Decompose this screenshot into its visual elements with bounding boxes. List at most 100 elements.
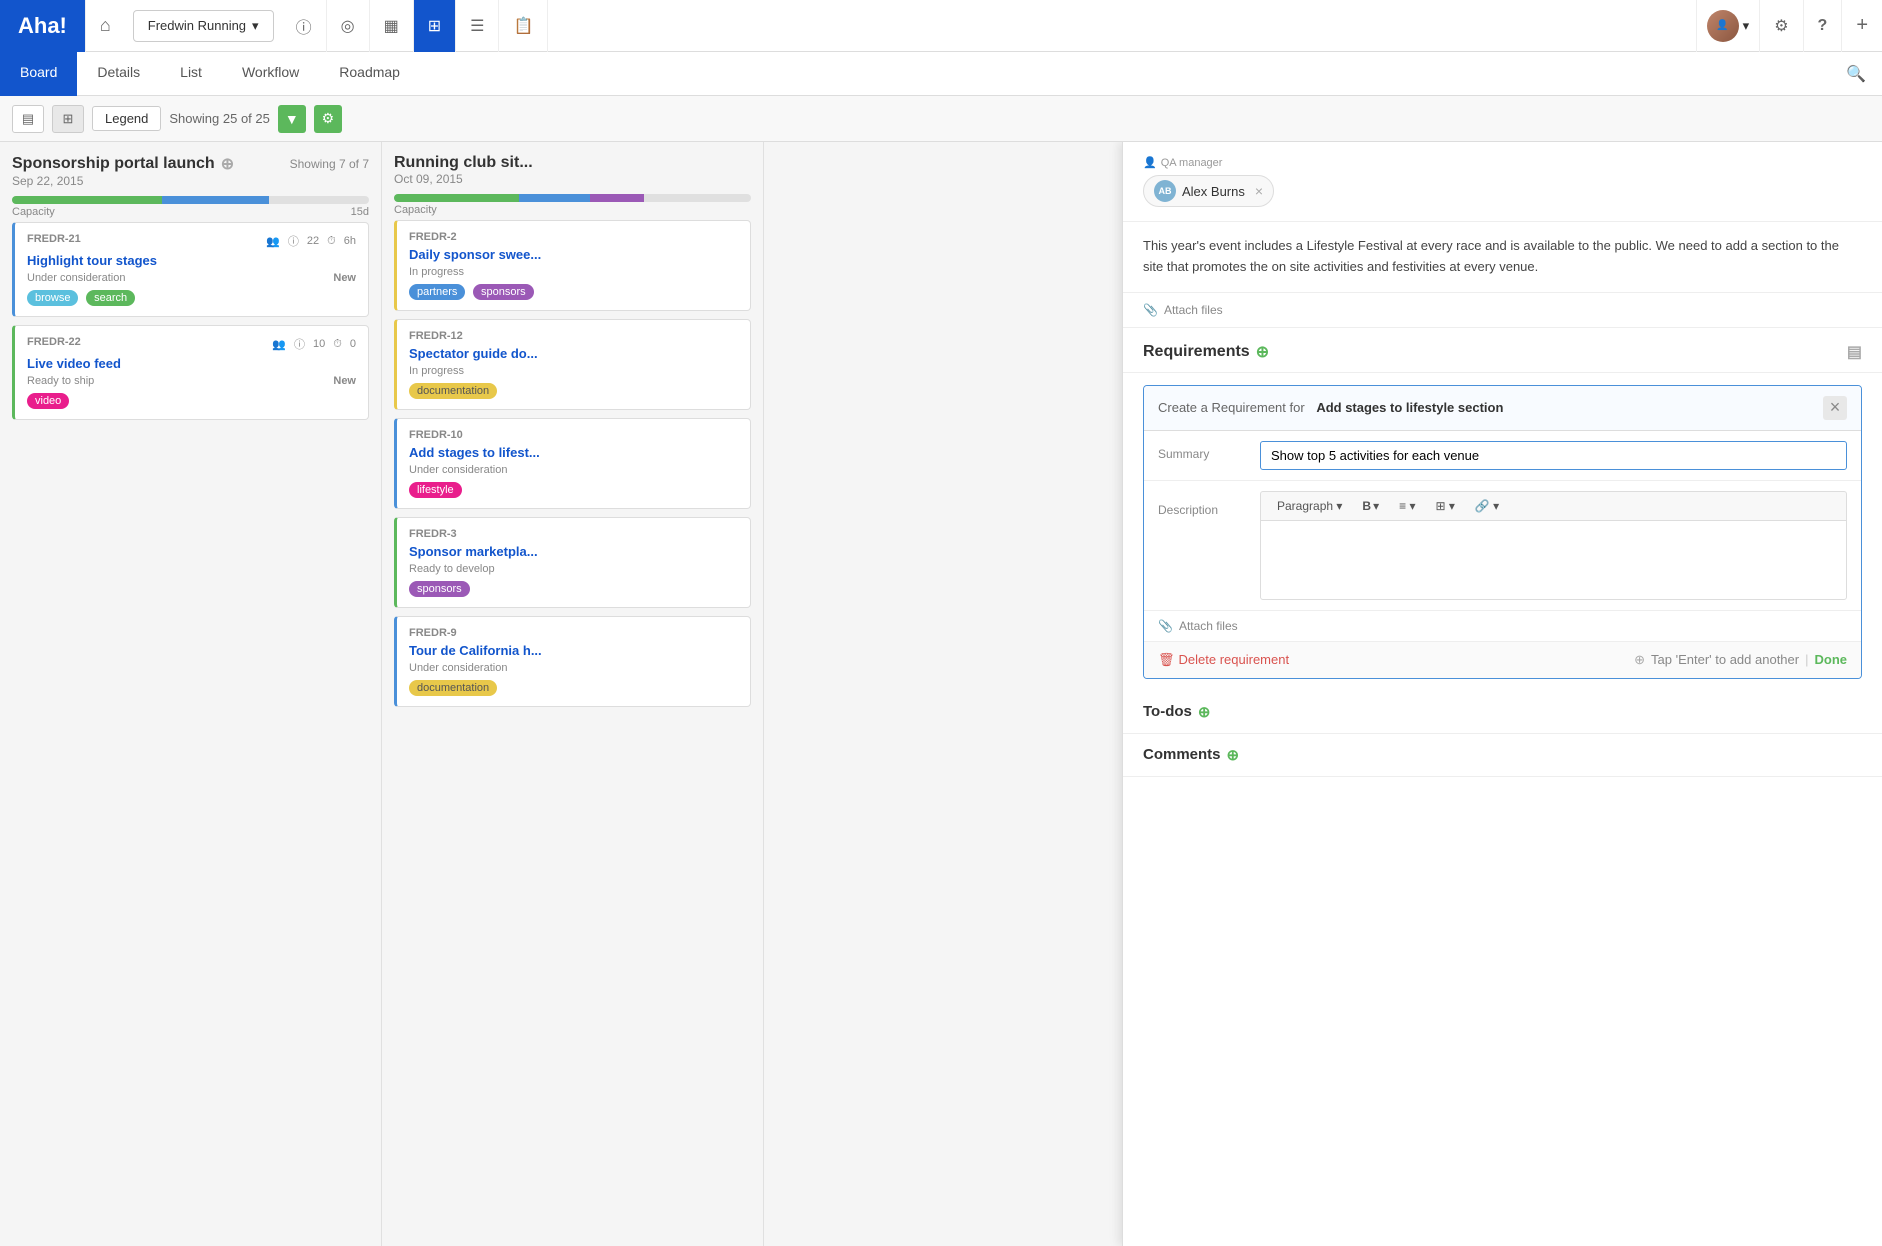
card-id: FREDR-12	[409, 330, 463, 342]
req-description-label: Description	[1158, 497, 1248, 517]
single-col-icon: ▤	[22, 111, 34, 127]
editor-bold-button[interactable]: B ▾	[1354, 496, 1387, 516]
filter-icon: ▼	[285, 111, 299, 127]
card-title[interactable]: Tour de California h...	[409, 643, 738, 658]
filter-button[interactable]: ▼	[278, 105, 306, 133]
capacity-bar-2: Capacity	[394, 194, 751, 216]
tag-documentation[interactable]: documentation	[409, 680, 497, 696]
col-header-2: Running club sit... Oct 09, 2015	[394, 154, 751, 186]
tag-search[interactable]: search	[86, 290, 135, 306]
tag-documentation[interactable]: documentation	[409, 383, 497, 399]
card-status: Under consideration	[409, 662, 738, 674]
paperclip-icon-2: 📎	[1158, 619, 1173, 633]
legend-button[interactable]: Legend	[92, 106, 161, 131]
settings-button[interactable]: ⚙	[1759, 0, 1802, 52]
toolbar: ▤ ⊞ Legend Showing 25 of 25 ▼ ⚙	[0, 96, 1882, 142]
card-fredr-10: FREDR-10 Add stages to lifest... Under c…	[394, 418, 751, 509]
tab-details[interactable]: Details	[77, 52, 160, 96]
plus-icon: +	[1856, 14, 1868, 37]
card-fredr-3: FREDR-3 Sponsor marketpla... Ready to de…	[394, 517, 751, 608]
editor-content-area[interactable]	[1260, 520, 1847, 600]
card-id: FREDR-2	[409, 231, 457, 243]
req-summary-label: Summary	[1158, 441, 1248, 461]
add-another-icon: ⊕	[1634, 652, 1645, 668]
card-id: FREDR-21	[27, 233, 81, 245]
list-button[interactable]: ☰	[456, 0, 499, 52]
tag-sponsors[interactable]: sponsors	[409, 581, 470, 597]
project-dropdown[interactable]: Fredwin Running ▾	[133, 10, 274, 42]
card-status: Under consideration	[27, 272, 125, 284]
add-button[interactable]: +	[1841, 0, 1882, 52]
info-icon: ⓘ	[296, 14, 312, 38]
board-settings-button[interactable]: ⚙	[314, 105, 342, 133]
comments-add-icon[interactable]: ⊕	[1227, 746, 1240, 764]
tab-board[interactable]: Board	[0, 52, 77, 96]
grid-view-icon: ⊞	[63, 111, 74, 127]
assignee-chip[interactable]: AB Alex Burns ×	[1143, 175, 1274, 207]
card-status: Ready to develop	[409, 563, 738, 575]
pipe-separator: |	[1805, 652, 1808, 667]
editor-link-button[interactable]: 🔗 ▾	[1467, 496, 1507, 516]
tab-list[interactable]: List	[160, 52, 222, 96]
card-title[interactable]: Add stages to lifest...	[409, 445, 738, 460]
detail-panel: 👤 QA manager AB Alex Burns × This year's…	[1122, 142, 1882, 1246]
req-close-button[interactable]: ×	[1823, 396, 1847, 420]
req-attach-link[interactable]: 📎 Attach files	[1144, 611, 1861, 641]
requirements-add-icon[interactable]: ⊕	[1256, 342, 1269, 362]
tag-partners[interactable]: partners	[409, 284, 465, 300]
search-icon: 🔍	[1846, 66, 1866, 83]
avatar: 👤	[1707, 10, 1739, 42]
view-single-button[interactable]: ▤	[12, 105, 44, 133]
attach-files-link[interactable]: 📎 Attach files	[1123, 293, 1882, 328]
view-grid-button[interactable]: ⊞	[52, 105, 84, 133]
avatar-button[interactable]: 👤 ▾	[1696, 0, 1760, 52]
card-id: FREDR-3	[409, 528, 457, 540]
board: Sponsorship portal launch ⊕ Showing 7 of…	[0, 142, 1882, 1246]
chevron-down-icon: ▾	[252, 18, 259, 34]
assignee-remove-button[interactable]: ×	[1255, 183, 1263, 199]
trash-icon: 🗑	[1158, 652, 1175, 668]
card-title[interactable]: Spectator guide do...	[409, 346, 738, 361]
col-add-icon[interactable]: ⊕	[221, 154, 234, 174]
card-status: Under consideration	[409, 464, 738, 476]
clock-icon: ⏱	[327, 235, 336, 248]
card-id: FREDR-22	[27, 336, 81, 348]
card-fredr-22: FREDR-22 👥 ⓘ 10 ⏱ 0 Live video feed Read…	[12, 325, 369, 420]
grid-button[interactable]: ⊞	[414, 0, 456, 52]
req-actions: 🗑 Delete requirement ⊕ Tap 'Enter' to ad…	[1144, 641, 1861, 678]
todos-add-icon[interactable]: ⊕	[1198, 703, 1211, 721]
info-button[interactable]: ⓘ	[282, 0, 327, 52]
req-description-area: Paragraph ▾ B ▾ ≡ ▾ ⊞ ▾ 🔗 ▾	[1260, 491, 1847, 600]
home-button[interactable]: ⌂	[85, 0, 125, 52]
editor-align-button[interactable]: ≡ ▾	[1391, 496, 1423, 516]
notebook-button[interactable]: 📋	[499, 0, 548, 52]
target-button[interactable]: ◎	[327, 0, 370, 52]
req-summary-input[interactable]	[1260, 441, 1847, 470]
card-fredr-2: FREDR-2 Daily sponsor swee... In progres…	[394, 220, 751, 311]
card-meta: 👥 ⓘ 22 ⏱ 6h	[266, 233, 356, 249]
card-title[interactable]: Live video feed	[27, 356, 356, 371]
card-title[interactable]: Highlight tour stages	[27, 253, 356, 268]
card-id: FREDR-9	[409, 627, 457, 639]
calendar-button[interactable]: ▦	[370, 0, 414, 52]
tag-lifestyle[interactable]: lifestyle	[409, 482, 462, 498]
logo[interactable]: Aha!	[0, 0, 85, 52]
tag-browse[interactable]: browse	[27, 290, 78, 306]
capacity-bar-1: Capacity 15d	[12, 196, 369, 218]
done-button[interactable]: Done	[1815, 652, 1848, 667]
tag-video[interactable]: video	[27, 393, 69, 409]
editor-table-button[interactable]: ⊞ ▾	[1427, 496, 1462, 516]
tag-sponsors[interactable]: sponsors	[473, 284, 534, 300]
users-icon: 👥	[272, 338, 286, 351]
help-button[interactable]: ?	[1803, 0, 1842, 52]
sub-nav: Board Details List Workflow Roadmap 🔍	[0, 52, 1882, 96]
requirements-collapse-icon[interactable]: ▤	[1847, 342, 1862, 362]
delete-requirement-button[interactable]: 🗑 Delete requirement	[1158, 652, 1289, 668]
editor-paragraph-button[interactable]: Paragraph ▾	[1269, 496, 1350, 516]
tab-roadmap[interactable]: Roadmap	[319, 52, 420, 96]
tab-workflow[interactable]: Workflow	[222, 52, 319, 96]
card-fredr-9: FREDR-9 Tour de California h... Under co…	[394, 616, 751, 707]
search-button[interactable]: 🔍	[1830, 64, 1882, 84]
card-title[interactable]: Daily sponsor swee...	[409, 247, 738, 262]
card-title[interactable]: Sponsor marketpla...	[409, 544, 738, 559]
